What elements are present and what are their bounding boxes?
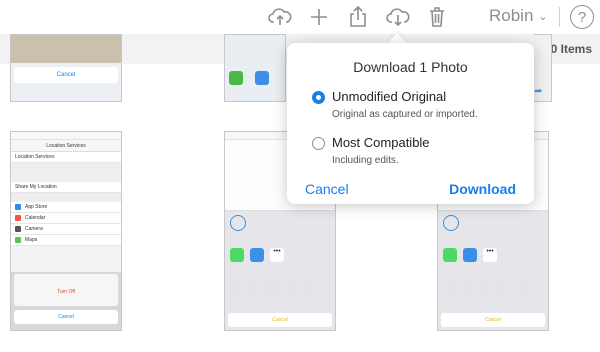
plus-icon[interactable] (305, 4, 333, 30)
list-item: Maps (11, 235, 121, 246)
thumbnail-image (11, 35, 121, 63)
download-button[interactable]: Download (449, 181, 516, 197)
download-popover: Download 1 Photo Unmodified Original Ori… (287, 43, 534, 204)
share-arrow-icon: ➦ (534, 86, 543, 97)
upload-cloud-icon[interactable] (266, 4, 294, 30)
download-cloud-icon[interactable] (384, 4, 412, 30)
cancel-button[interactable]: Cancel (305, 181, 349, 197)
option-unmodified-original[interactable]: Unmodified Original (312, 89, 446, 104)
mail-app-icon (463, 248, 477, 262)
list-item: Calendar (11, 213, 121, 224)
list-item: App Store (11, 202, 121, 213)
status-bar (11, 132, 121, 140)
share-icon[interactable] (344, 4, 372, 30)
help-icon[interactable]: ? (570, 5, 594, 29)
option-label: Unmodified Original (332, 89, 447, 104)
radio-selected[interactable] (312, 91, 325, 104)
share-apps-row: ••• (438, 245, 548, 265)
nav-title: Location Services (11, 140, 121, 152)
share-sheet: ••• Cancel (438, 210, 548, 330)
user-name: Robin (489, 6, 534, 25)
phone-app-icon (229, 71, 243, 85)
airdrop-text (251, 215, 252, 220)
find-icon (230, 282, 242, 294)
chevron-down-icon: ⌄ (538, 10, 548, 23)
list-item: Location Services (11, 152, 121, 163)
share-actions-row (225, 279, 335, 297)
more-icon: ••• (483, 248, 497, 262)
print-icon (302, 282, 314, 294)
lock-icon (461, 282, 473, 294)
share-actions-row (438, 279, 548, 297)
more-icon: ••• (270, 248, 284, 262)
popover-title: Download 1 Photo (353, 59, 468, 75)
safari-app-icon (255, 71, 269, 85)
turn-off-label: Turn Off (56, 289, 76, 295)
option-label: Most Compatible (332, 135, 430, 150)
description-text (11, 163, 121, 182)
toolbar-divider (559, 7, 560, 27)
mail-app-icon (250, 248, 264, 262)
airdrop-text (464, 215, 465, 220)
pdf-icon (497, 282, 509, 294)
option-description: Original as captured or imported. (332, 109, 478, 120)
airdrop-icon (230, 215, 246, 231)
airdrop-row (438, 211, 548, 235)
sheet-cancel: Cancel (441, 313, 545, 327)
share-sheet: ••• Cancel (225, 210, 335, 330)
grid-icon (479, 282, 491, 294)
lock-icon (248, 282, 260, 294)
messages-app-icon (443, 248, 457, 262)
messages-app-icon (230, 248, 244, 262)
option-description: Including edits. (332, 155, 399, 166)
list-item: Camera (11, 224, 121, 235)
sheet-cancel: Cancel (228, 313, 332, 327)
user-menu[interactable]: Robin ⌄ (489, 6, 548, 26)
airdrop-icon (443, 215, 459, 231)
pdf-icon (284, 282, 296, 294)
option-most-compatible[interactable]: Most Compatible (312, 135, 430, 150)
photo-thumbnail[interactable]: Cancel (10, 34, 122, 102)
airdrop-row (225, 211, 335, 235)
action-sheet: Turn Off Cancel (11, 272, 121, 330)
sheet-cancel: Cancel (14, 310, 118, 324)
thumbnail-cancel: Cancel (14, 67, 118, 83)
print-icon (515, 282, 527, 294)
sheet-message: Turn Off (14, 274, 118, 306)
share-apps-row: ••• (225, 245, 335, 265)
list-item: Share My Location (11, 182, 121, 193)
photo-thumbnail[interactable] (224, 34, 286, 102)
find-icon (443, 282, 455, 294)
radio-unselected[interactable] (312, 137, 325, 150)
trash-icon[interactable] (423, 4, 451, 30)
toolbar: Robin ⌄ ? (0, 0, 600, 34)
photo-thumbnail[interactable]: Location Services Location Services Shar… (10, 131, 122, 331)
grid-icon (266, 282, 278, 294)
